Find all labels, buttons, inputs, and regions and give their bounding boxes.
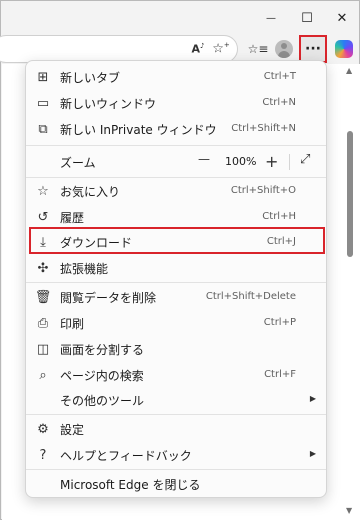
- menu-item-new-window[interactable]: ▭ 新しいウィンドウ Ctrl+N: [26, 90, 326, 116]
- inprivate-icon: ⧉: [38, 121, 48, 137]
- add-favorite-button[interactable]: ☆+: [208, 36, 234, 62]
- menu-item-shortcut: Ctrl+N: [262, 97, 296, 108]
- split-screen-icon: ◫: [36, 341, 50, 357]
- menu-item-close-edge[interactable]: Microsoft Edge を閉じる: [26, 471, 326, 497]
- scroll-down-arrow-icon[interactable]: ▼: [346, 507, 354, 515]
- new-tab-icon: ⊞: [37, 69, 49, 85]
- menu-item-shortcut: Ctrl+H: [262, 211, 296, 222]
- minimize-icon: —: [266, 12, 276, 24]
- profile-icon: [275, 40, 293, 58]
- menu-item-label: 新しいウィンドウ: [60, 97, 157, 111]
- menu-item-print[interactable]: ⎙ 印刷 Ctrl+P: [26, 310, 326, 336]
- more-icon: ···: [305, 41, 321, 57]
- zoom-divider: [289, 154, 290, 170]
- menu-item-label: ヘルプとフィードバック: [60, 449, 192, 463]
- menu-item-label: 画面を分割する: [60, 343, 145, 357]
- maximize-icon: ☐: [301, 10, 313, 26]
- read-aloud-icon: A♪: [191, 42, 205, 56]
- menu-item-new-tab[interactable]: ⊞ 新しいタブ Ctrl+T: [26, 64, 326, 90]
- menu-item-help[interactable]: ? ヘルプとフィードバック ▶: [26, 442, 326, 468]
- find-icon: ⌕: [39, 367, 47, 383]
- title-bar: — ☐ ✕: [2, 2, 360, 34]
- delete-data-icon: 🗑: [34, 289, 52, 305]
- menu-item-label: 設定: [60, 423, 85, 437]
- menu-item-label: 印刷: [60, 317, 85, 331]
- fullscreen-icon[interactable]: ⤢: [300, 152, 310, 167]
- menu-item-more-tools[interactable]: その他のツール ▶: [26, 387, 326, 413]
- menu-item-extensions[interactable]: ✣ 拡張機能: [26, 255, 326, 281]
- menu-separator: [26, 414, 326, 415]
- submenu-arrow-icon: ▶: [309, 449, 316, 458]
- favorites-list-icon: ☆: [37, 183, 49, 199]
- menu-separator: [26, 282, 326, 283]
- close-icon: ✕: [336, 10, 348, 26]
- menu-item-zoom: ズーム — 100% + ⤢: [26, 147, 326, 177]
- minimize-button[interactable]: —: [253, 2, 289, 34]
- copilot-button[interactable]: [331, 36, 357, 62]
- downloads-highlight-box: [29, 227, 325, 254]
- menu-item-shortcut: Ctrl+F: [264, 369, 296, 380]
- settings-icon: ⚙: [37, 421, 49, 437]
- menu-item-label: 閲覧データを削除: [60, 291, 157, 305]
- favorites-icon: ☆≡: [247, 42, 269, 56]
- menu-item-label: 履歴: [60, 211, 85, 225]
- favorites-button[interactable]: ☆≡: [245, 36, 271, 62]
- menu-separator: [26, 469, 326, 470]
- menu-item-split-screen[interactable]: ◫ 画面を分割する: [26, 336, 326, 362]
- close-button[interactable]: ✕: [324, 2, 360, 34]
- zoom-label: ズーム: [60, 156, 96, 170]
- menu-item-label: お気に入り: [60, 185, 121, 199]
- menu-item-label: Microsoft Edge を閉じる: [60, 478, 201, 492]
- menu-item-label: 拡張機能: [60, 262, 109, 276]
- scroll-up-arrow-icon[interactable]: ▲: [346, 67, 354, 75]
- profile-button[interactable]: [271, 36, 297, 62]
- menu-item-shortcut: Ctrl+T: [263, 71, 296, 82]
- settings-menu: ⊞ 新しいタブ Ctrl+T ▭ 新しいウィンドウ Ctrl+N ⧉ 新しい I…: [25, 60, 327, 498]
- menu-item-favorites[interactable]: ☆ お気に入り Ctrl+Shift+O: [26, 178, 326, 204]
- menu-item-shortcut: Ctrl+Shift+O: [230, 185, 296, 196]
- menu-item-label: 新しい InPrivate ウィンドウ: [60, 123, 217, 137]
- submenu-arrow-icon: ▶: [309, 394, 316, 403]
- maximize-button[interactable]: ☐: [289, 2, 325, 34]
- zoom-in-button[interactable]: +: [265, 152, 278, 171]
- menu-item-new-inprivate[interactable]: ⧉ 新しい InPrivate ウィンドウ Ctrl+Shift+N: [26, 116, 326, 142]
- new-window-icon: ▭: [36, 95, 50, 111]
- help-icon: ?: [39, 447, 47, 463]
- menu-item-shortcut: Ctrl+Shift+N: [231, 123, 296, 134]
- menu-item-shortcut: Ctrl+P: [263, 317, 296, 328]
- zoom-out-button[interactable]: —: [198, 152, 210, 166]
- menu-item-find[interactable]: ⌕ ページ内の検索 Ctrl+F: [26, 362, 326, 388]
- settings-and-more-button[interactable]: ···: [299, 35, 327, 63]
- menu-item-clear-data[interactable]: 🗑 閲覧データを削除 Ctrl+Shift+Delete: [26, 284, 326, 310]
- print-icon: ⎙: [37, 315, 49, 331]
- history-icon: ↺: [37, 209, 49, 225]
- menu-separator: [26, 145, 326, 146]
- menu-item-shortcut: Ctrl+Shift+Delete: [205, 291, 296, 302]
- zoom-level: 100%: [225, 155, 257, 168]
- menu-item-label: ページ内の検索: [60, 369, 144, 383]
- copilot-icon: [335, 40, 353, 58]
- add-favorite-icon: ☆+: [212, 41, 230, 57]
- scrollbar-thumb[interactable]: [347, 131, 353, 257]
- menu-item-label: 新しいタブ: [60, 71, 121, 85]
- menu-item-label: その他のツール: [60, 394, 145, 408]
- browser-window: — ☐ ✕ A♪ ☆+ ☆≡ ··· ▲ ▼ ⊞ 新しいタブ Ctrl+T ▭ …: [0, 0, 360, 520]
- extensions-icon: ✣: [37, 260, 49, 276]
- menu-item-settings[interactable]: ⚙ 設定: [26, 416, 326, 442]
